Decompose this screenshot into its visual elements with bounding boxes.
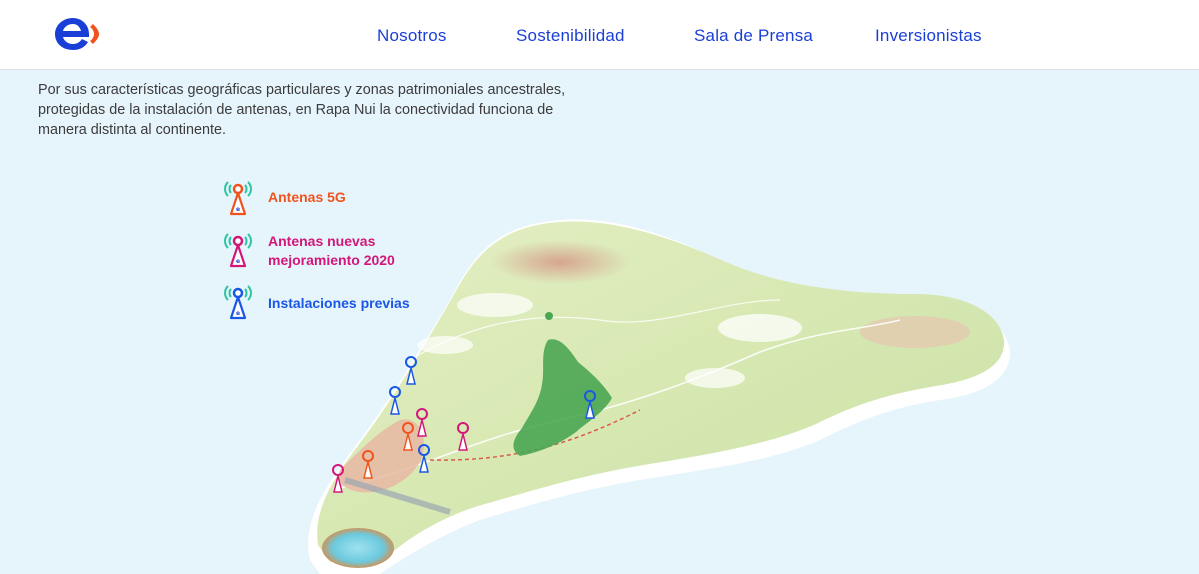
antenna-5g-icon: e: [224, 181, 252, 216]
antenna-new-icon: e: [224, 233, 252, 268]
svg-text:e: e: [236, 258, 240, 265]
legend-label-5g: Antenas 5G: [268, 189, 346, 205]
crater-rano-kau: [322, 528, 394, 568]
volcano-poike: [490, 240, 630, 284]
legend-label-previous: Instalaciones previas: [268, 295, 410, 311]
site-header: Nosotros Sostenibilidad Sala de Prensa I…: [0, 0, 1199, 70]
nav-sala-de-prensa[interactable]: Sala de Prensa: [694, 26, 813, 46]
nav-sostenibilidad[interactable]: Sostenibilidad: [516, 26, 625, 46]
legend-item-5g: e Antenas 5G: [222, 178, 482, 220]
svg-text:e: e: [236, 206, 240, 213]
legend-item-new-2020: e Antenas nuevas mejoramiento 2020: [222, 230, 482, 272]
legend-item-previous: e Instalaciones previas: [222, 282, 482, 324]
volcano-east: [860, 316, 970, 348]
antenna-previous-icon: e: [224, 285, 252, 320]
legend-label-new-2020: Antenas nuevas mejoramiento 2020: [268, 233, 395, 268]
nav-nosotros[interactable]: Nosotros: [377, 26, 447, 46]
svg-text:e: e: [236, 310, 240, 317]
nav-inversionistas[interactable]: Inversionistas: [875, 26, 982, 46]
enel-logo[interactable]: [52, 14, 104, 54]
intro-paragraph: Por sus características geográficas part…: [38, 82, 566, 138]
